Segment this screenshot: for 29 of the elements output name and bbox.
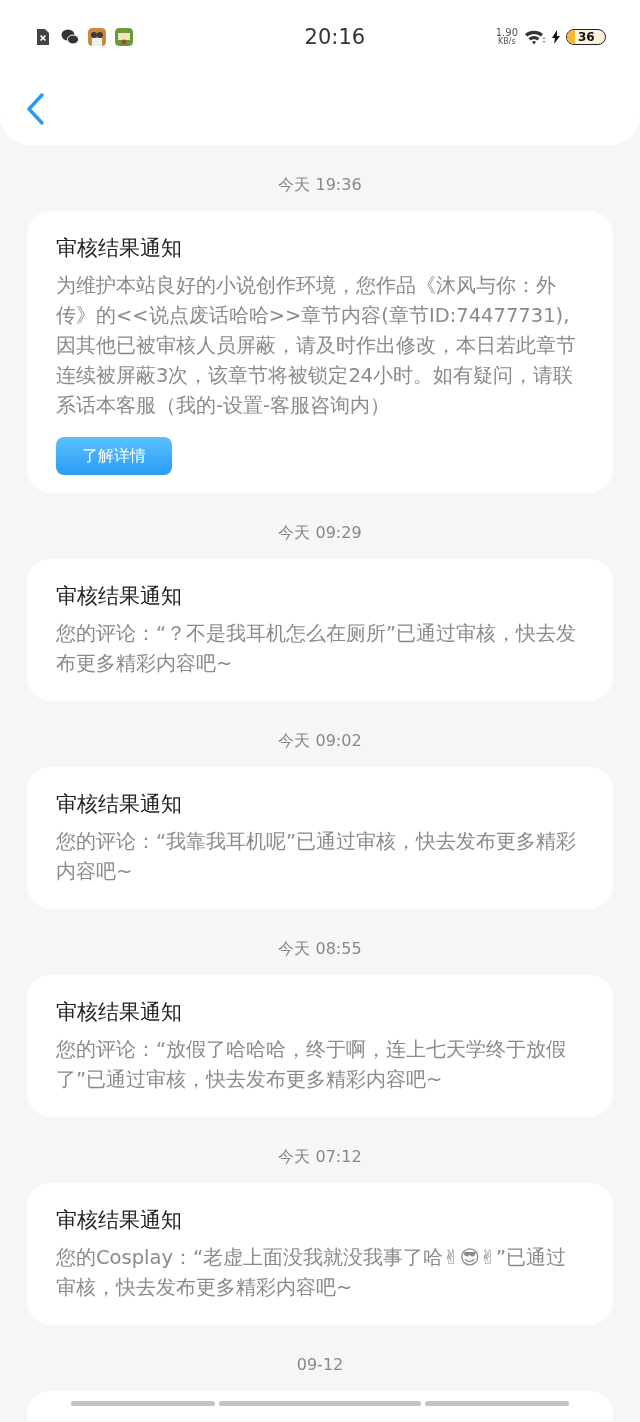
charging-icon (552, 30, 560, 44)
message-text: 您的Cosplay：“老虚上面没我就没我事了哈✌😎✌”已通过审核，快去发布更多精彩内容吧~ (56, 1245, 568, 1301)
message-title: 审核结果通知 (56, 1207, 183, 1234)
timestamp: 今天 19:36 (277, 174, 363, 196)
message-title: 审核结果通知 (56, 999, 183, 1026)
timestamp: 今天 08:55 (277, 938, 363, 960)
back-button[interactable] (24, 92, 46, 126)
message-text: 您的评论：“我靠我耳机呢”已通过审核，快去发布更多精彩内容吧~ (56, 829, 578, 885)
timestamp: 今天 09:02 (277, 730, 363, 752)
message-text: 为维护本站良好的小说创作环境，您作品《沐风与你：外传》的<<说点废话哈哈>>章节内容(章节ID:74477731),因其他已被审核人员屏蔽，请及时作出修改，本日若此章节连续被屏蔽3次，该章节将被锁定24小时。如有疑问，请联系话本客服（我的-设置-客服咨询内） (56, 273, 577, 419)
message-title: 审核结果通知 (56, 791, 183, 818)
app-icon (88, 28, 106, 46)
message-title: 审核结果通知 (56, 583, 183, 610)
chat-bubbles-icon (61, 28, 79, 46)
file-error-icon (34, 28, 52, 46)
message-text: 您的评论：“？不是我耳机怎么在厕所”已通过审核，快去发布更多精彩内容吧~ (56, 621, 578, 677)
timestamp: 今天 09:29 (277, 522, 363, 544)
network-speed: 1.90 (495, 28, 518, 38)
wifi-icon (524, 29, 546, 45)
timestamp: 09-12 (295, 1354, 345, 1376)
battery-level: 36 (578, 30, 595, 44)
timestamp: 今天 07:12 (277, 1146, 363, 1168)
message-text: 您的评论：“放假了哈哈哈，终于啊，连上七天学终于放假了”已通过审核，快去发布更多精彩内容吧~ (56, 1037, 568, 1093)
status-time: 20:16 (303, 25, 367, 49)
battery-fill (567, 30, 575, 44)
network-speed-unit: KB/s (498, 38, 516, 46)
details-button[interactable]: 了解详情 (56, 437, 172, 475)
message-title: 审核结果通知 (56, 235, 183, 262)
app-icon (115, 28, 133, 46)
